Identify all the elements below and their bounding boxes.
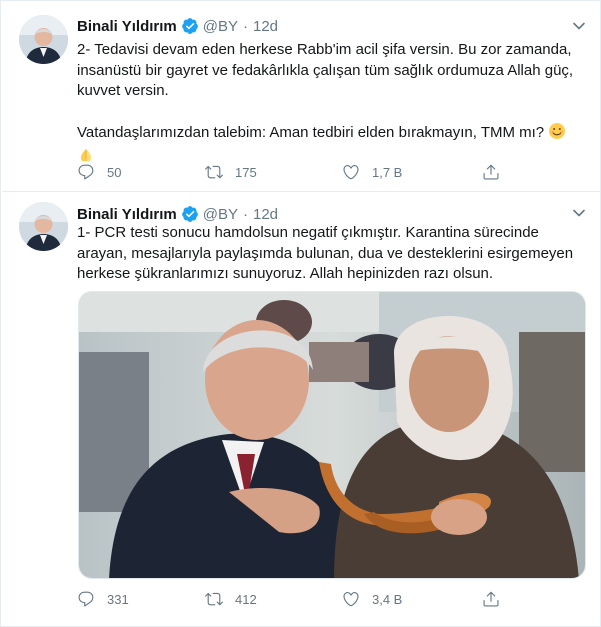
share-button[interactable] (482, 162, 512, 182)
retweet-count: 175 (235, 164, 257, 180)
timestamp[interactable]: 12d (253, 206, 278, 223)
author-handle[interactable]: @BY (203, 18, 238, 35)
tweet-paragraph: 1- PCR testi sonucu hamdolsun negatif çı… (77, 224, 574, 282)
chevron-down-icon[interactable] (571, 205, 587, 221)
tweet-actions: 331 412 3,4 B (77, 589, 499, 609)
reply-count: 331 (107, 591, 129, 607)
chevron-down-icon[interactable] (571, 18, 587, 34)
retweet-button[interactable]: 412 (205, 589, 257, 609)
retweet-icon (205, 592, 223, 606)
smiling-face-icon (548, 122, 566, 147)
author-handle[interactable]: @BY (203, 206, 238, 223)
tweet-photo[interactable] (78, 291, 586, 579)
like-icon (343, 165, 359, 180)
share-icon (483, 591, 499, 607)
tweet-header: Binali Yıldırım @BY · 12d (77, 204, 278, 224)
author-name[interactable]: Binali Yıldırım (77, 18, 177, 35)
reply-icon (78, 164, 94, 180)
tweet-header: Binali Yıldırım @BY · 12d (77, 16, 278, 36)
share-icon (483, 164, 499, 180)
verified-badge-icon (181, 205, 199, 223)
like-count: 1,7 B (372, 164, 403, 180)
tweet[interactable]: Binali Yıldırım @BY · 12d 1- PCR testi s… (2, 193, 601, 627)
tweet[interactable]: Binali Yıldırım @BY · 12d 2- Tedavisi de… (2, 2, 601, 192)
avatar[interactable] (19, 15, 68, 64)
like-button[interactable]: 1,7 B (342, 162, 402, 182)
separator: · (243, 17, 248, 35)
author-name[interactable]: Binali Yıldırım (77, 206, 177, 223)
timeline: Binali Yıldırım @BY · 12d 2- Tedavisi de… (0, 0, 601, 627)
retweet-count: 412 (235, 591, 257, 607)
separator: · (243, 205, 248, 223)
tweet-paragraph-2-text: Vatandaşlarımızdan talebim: Aman tedbiri… (77, 123, 545, 141)
avatar[interactable] (19, 202, 68, 251)
reply-count: 50 (107, 164, 122, 180)
like-button[interactable]: 3,4 B (342, 589, 402, 609)
tweet-paragraph: 2- Tedavisi devam eden herkese Rabb'im a… (77, 41, 574, 99)
tweet-text: 1- PCR testi sonucu hamdolsun negatif çı… (77, 223, 592, 285)
timestamp[interactable]: 12d (253, 18, 278, 35)
verified-badge-icon (181, 17, 199, 35)
like-icon (343, 592, 359, 607)
tweet-text: 2- Tedavisi devam eden herkese Rabb'im a… (77, 40, 592, 171)
retweet-button[interactable]: 175 (205, 162, 257, 182)
share-button[interactable] (482, 589, 512, 609)
reply-button[interactable]: 50 (77, 162, 121, 182)
like-count: 3,4 B (372, 591, 403, 607)
tweet-actions: 50 175 1,7 B (77, 162, 499, 182)
reply-icon (78, 591, 94, 607)
reply-button[interactable]: 331 (77, 589, 129, 609)
retweet-icon (205, 165, 223, 179)
